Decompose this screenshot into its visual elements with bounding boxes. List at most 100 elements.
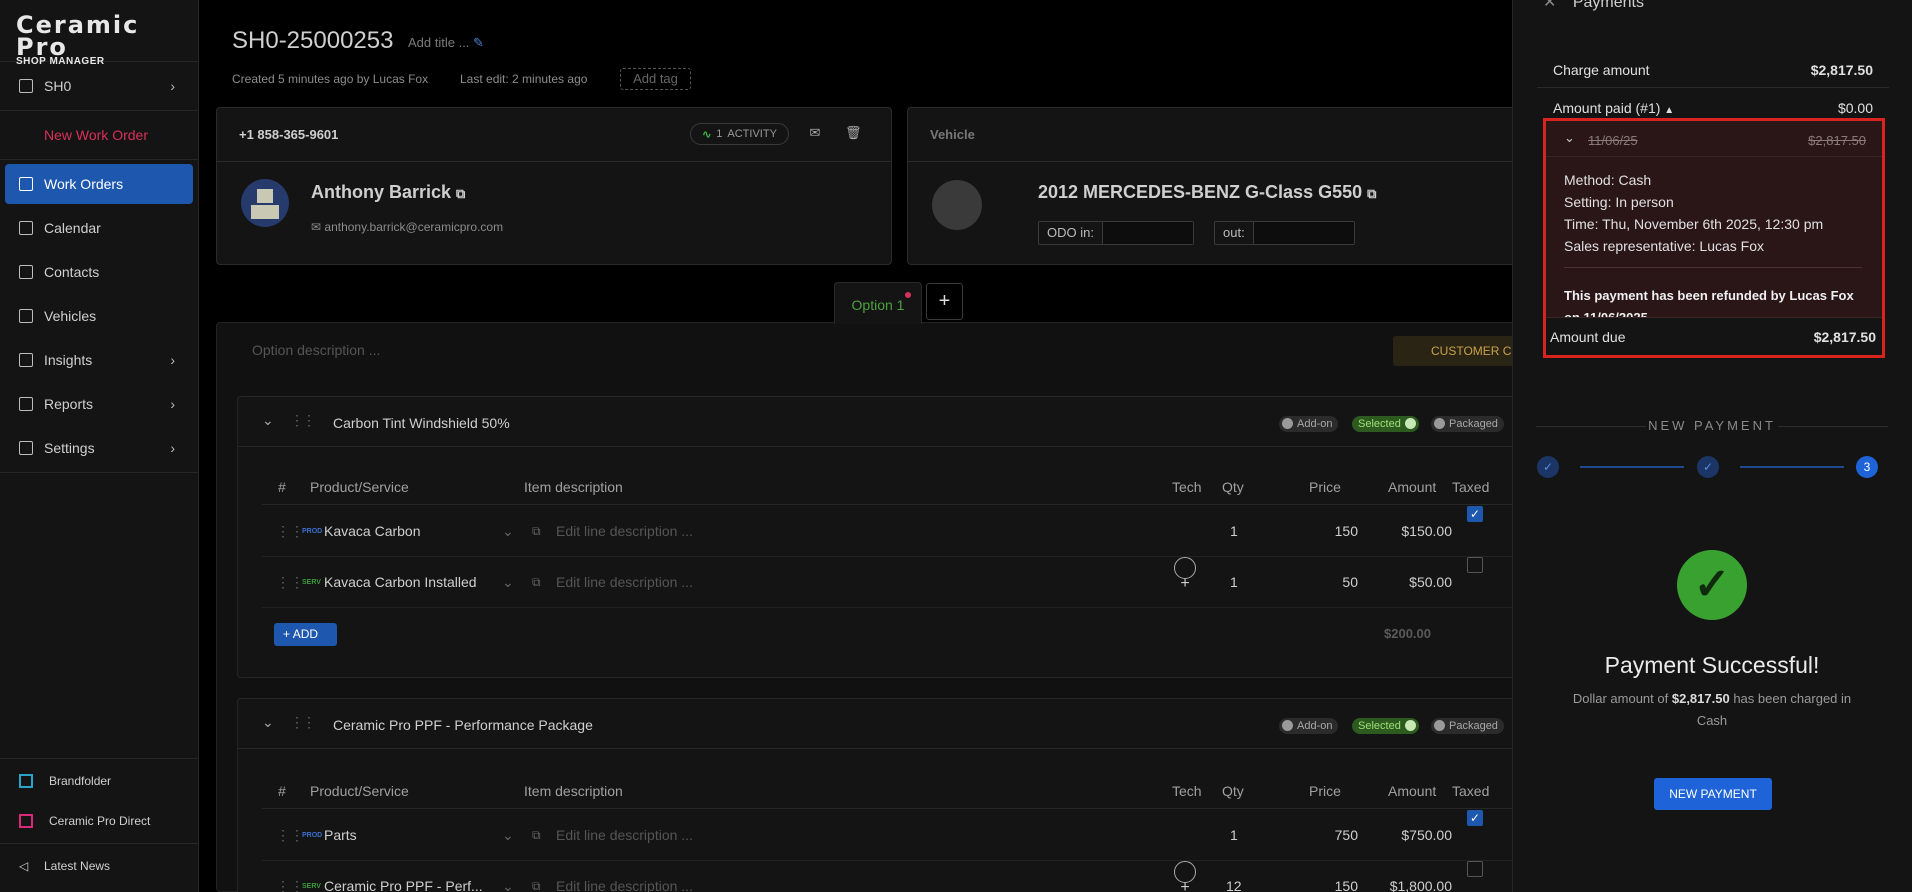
odo-out-input[interactable] [1253,222,1354,244]
external-link-icon[interactable]: ⧉ [532,810,541,861]
amount-paid-toggle[interactable]: Amount paid (#1) ▲ [1553,100,1674,116]
sidebar-item-work-orders[interactable]: Work Orders [5,164,193,204]
table-row[interactable]: ⋮⋮ SERV Ceramic Pro PPF - Perf... ⌄ ⧉ Ed… [262,861,1517,892]
close-icon[interactable]: ✕ [1543,0,1556,11]
item-price[interactable]: 150 [1308,861,1358,892]
customer-choice-button[interactable]: CUSTOMER CH [1393,336,1516,366]
external-link-icon[interactable]: ⧉ [532,861,541,892]
packaged-toggle[interactable]: Packaged [1431,718,1504,734]
chevron-down-icon[interactable]: ⌄ [262,412,274,429]
page-title: SH0-25000253 [232,27,394,54]
table-row[interactable]: ⋮⋮ PROD Kavaca Carbon ⌄ ⧉ Edit line desc… [262,506,1517,557]
item-description[interactable]: Edit line description ... [556,506,693,557]
drag-handle-icon[interactable]: ⋮⋮ [290,714,316,731]
add-tech-button[interactable]: + [1174,557,1196,592]
customer-name[interactable]: Anthony Barrick ⧉ [311,182,465,203]
drag-handle-icon[interactable]: ⋮⋮ [276,557,304,608]
customer-email[interactable]: ✉ anthony.barrick@ceramicpro.com [311,220,503,234]
sidebar-item-latest-news[interactable]: ◁ Latest News [5,848,194,884]
col-amount: Amount [1388,479,1437,495]
item-qty[interactable]: 1 [1230,557,1238,608]
odo-in-input[interactable] [1102,222,1193,244]
external-link-icon[interactable]: ⧉ [1367,186,1376,201]
item-qty[interactable]: 1 [1230,810,1238,861]
selected-toggle[interactable]: Selected [1352,718,1419,734]
chevron-right-icon: › [170,440,175,456]
chevron-down-icon[interactable]: ⌄ [502,506,514,557]
item-price[interactable]: 750 [1308,810,1358,861]
mail-icon[interactable]: ✉ [808,126,822,140]
addon-toggle[interactable]: Add-on [1279,718,1339,734]
sidebar-item-sh0[interactable]: SH0 › [5,66,193,106]
add-tag-button[interactable]: Add tag [620,68,691,90]
item-price[interactable]: 50 [1308,557,1358,608]
packaged-toggle[interactable]: Packaged [1431,416,1504,432]
taxed-checkbox[interactable] [1467,557,1483,573]
col-number: # [278,479,286,495]
odo-out-field[interactable]: out: [1214,221,1355,245]
add-item-button[interactable]: + ADD [274,623,337,646]
ceramic-pro-logo[interactable]: Ceramic Pro SHOP MANAGER [0,0,198,67]
chevron-down-icon[interactable]: ⌄ [502,861,514,892]
trash-icon[interactable]: 🗑 [845,126,862,140]
sidebar-item-reports[interactable]: Reports › [5,384,193,424]
sidebar-item-brandfolder[interactable]: Brandfolder [5,763,194,799]
table-row[interactable]: ⋮⋮ SERV Kavaca Carbon Installed ⌄ ⧉ Edit… [262,557,1517,608]
external-link-icon[interactable]: ⧉ [532,557,541,608]
col-product: Product/Service [310,479,409,495]
odo-in-field[interactable]: ODO in: [1038,221,1194,245]
col-amount: Amount [1388,783,1437,799]
sidebar-item-insights[interactable]: Insights › [5,340,193,380]
taxed-checkbox[interactable] [1467,861,1483,877]
item-name[interactable]: Kavaca Carbon [324,506,421,557]
chevron-down-icon[interactable]: ⌄ [262,714,274,731]
table-header: # Product/Service Item description Tech … [262,469,1517,505]
item-price[interactable]: 150 [1308,506,1358,557]
sidebar-item-new-work-order[interactable]: New Work Order [5,115,193,155]
addon-toggle[interactable]: Add-on [1279,416,1339,432]
divider [0,472,198,473]
activity-badge[interactable]: ∿ 1 ACTIVITY [690,123,789,145]
chevron-down-icon[interactable]: ⌄ [1564,130,1575,146]
activity-icon: ∿ [702,128,712,141]
sidebar-item-vehicles[interactable]: Vehicles [5,296,193,336]
add-title-button[interactable]: Add title ... ✎ [408,35,484,51]
sidebar-item-label: SH0 [44,78,72,94]
refund-header[interactable]: ⌄ 11/06/25 $2,817.50 [1546,121,1882,157]
chevron-down-icon[interactable]: ⌄ [502,810,514,861]
item-qty[interactable]: 1 [1230,506,1238,557]
drag-handle-icon[interactable]: ⋮⋮ [276,861,304,892]
taxed-checkbox[interactable]: ✓ [1467,506,1483,522]
drag-handle-icon[interactable]: ⋮⋮ [290,412,316,429]
sidebar-item-calendar[interactable]: Calendar [5,208,193,248]
tab-option-1[interactable]: Option 1 [834,282,922,324]
add-tech-button[interactable]: + [1174,861,1196,892]
chevron-right-icon: › [170,78,175,94]
option-description-input[interactable]: Option description ... [252,342,380,358]
item-description[interactable]: Edit line description ... [556,557,693,608]
item-name[interactable]: Parts [324,810,357,861]
mail-icon: ✉ [311,220,322,234]
new-payment-button[interactable]: NEW PAYMENT [1654,778,1772,810]
item-description[interactable]: Edit line description ... [556,861,693,892]
customer-phone[interactable]: +1 858-365-9601 [217,108,891,162]
chevron-down-icon[interactable]: ⌄ [502,557,514,608]
taxed-checkbox[interactable]: ✓ [1467,810,1483,826]
item-qty[interactable]: 12 [1226,861,1242,892]
drag-handle-icon[interactable]: ⋮⋮ [276,506,304,557]
vehicle-name[interactable]: 2012 MERCEDES-BENZ G-Class G550 ⧉ [1038,182,1376,203]
item-description[interactable]: Edit line description ... [556,810,693,861]
gear-icon [19,441,33,455]
sidebar-item-settings[interactable]: Settings › [5,428,193,468]
sidebar-item-ceramic-pro-direct[interactable]: Ceramic Pro Direct [5,803,194,839]
selected-toggle[interactable]: Selected [1352,416,1419,432]
item-name[interactable]: Kavaca Carbon Installed [324,557,477,608]
external-link-icon[interactable]: ⧉ [532,506,541,557]
pencil-icon: ✎ [473,35,484,50]
item-name[interactable]: Ceramic Pro PPF - Perf... [324,861,483,892]
drag-handle-icon[interactable]: ⋮⋮ [276,810,304,861]
add-option-button[interactable]: + [926,283,963,320]
sidebar-item-contacts[interactable]: Contacts [5,252,193,292]
external-link-icon[interactable]: ⧉ [456,186,465,201]
table-row[interactable]: ⋮⋮ PROD Parts ⌄ ⧉ Edit line description … [262,810,1517,861]
